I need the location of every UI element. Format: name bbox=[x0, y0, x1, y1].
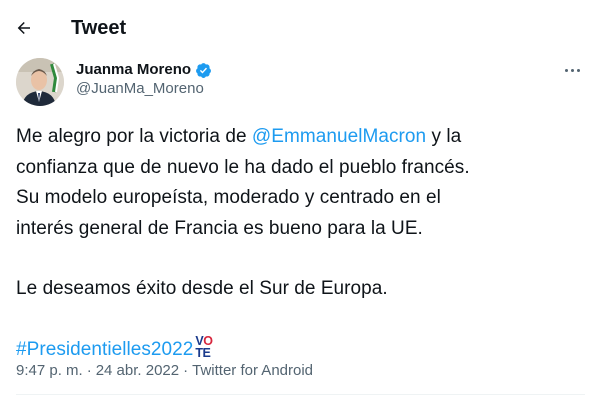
meta-separator: · bbox=[86, 362, 92, 379]
avatar-image bbox=[16, 58, 64, 106]
hashtag-link[interactable]: #Presidentielles2022 bbox=[16, 335, 193, 366]
tweet-text: Me alegro por la victoria de @EmmanuelMa… bbox=[16, 122, 586, 365]
tweet-line: confianza que de nuevo le ha dado el pue… bbox=[16, 156, 470, 178]
author-name-text: Juanma Moreno bbox=[76, 61, 192, 78]
tweet-text-span: y la bbox=[426, 126, 462, 147]
back-button[interactable] bbox=[10, 14, 38, 42]
more-dot-icon bbox=[576, 68, 580, 72]
meta-separator: · bbox=[183, 362, 189, 379]
mention-link[interactable]: @EmmanuelMacron bbox=[252, 126, 426, 147]
tweet-meta: 9:47 p. m. · 24 abr. 2022 · Twitter for … bbox=[16, 362, 313, 380]
verified-badge-icon bbox=[196, 62, 211, 78]
top-bar: Tweet bbox=[0, 0, 601, 56]
tweet-time[interactable]: 9:47 p. m. bbox=[16, 362, 83, 380]
tweet-line: Me alegro por la victoria de @EmmanuelMa… bbox=[16, 122, 586, 153]
more-dot-icon bbox=[564, 68, 568, 72]
author-handle[interactable]: @JuanMa_Moreno bbox=[76, 80, 204, 98]
page-title: Tweet bbox=[71, 17, 127, 39]
author-name[interactable]: Juanma Moreno bbox=[76, 61, 212, 79]
tweet-date[interactable]: 24 abr. 2022 bbox=[96, 362, 179, 380]
tweet-line: #Presidentielles2022 VO TE bbox=[16, 335, 586, 366]
tweet-line: Le deseamos éxito desde el Sur de Europa… bbox=[16, 278, 388, 299]
tweet-source[interactable]: Twitter for Android bbox=[192, 362, 313, 380]
tweet-text-span: Me alegro por la victoria de bbox=[16, 126, 252, 147]
tweet-line: interés general de Francia es bueno para… bbox=[16, 217, 423, 239]
more-options-button[interactable] bbox=[558, 58, 586, 82]
arrow-left-icon bbox=[17, 22, 30, 34]
vote-emoji-icon: VO TE bbox=[195, 333, 213, 361]
divider bbox=[16, 394, 585, 395]
tweet-line: Su modelo europeísta, moderado y centrad… bbox=[16, 187, 441, 208]
avatar[interactable] bbox=[16, 58, 64, 106]
more-dot-icon bbox=[570, 68, 574, 72]
